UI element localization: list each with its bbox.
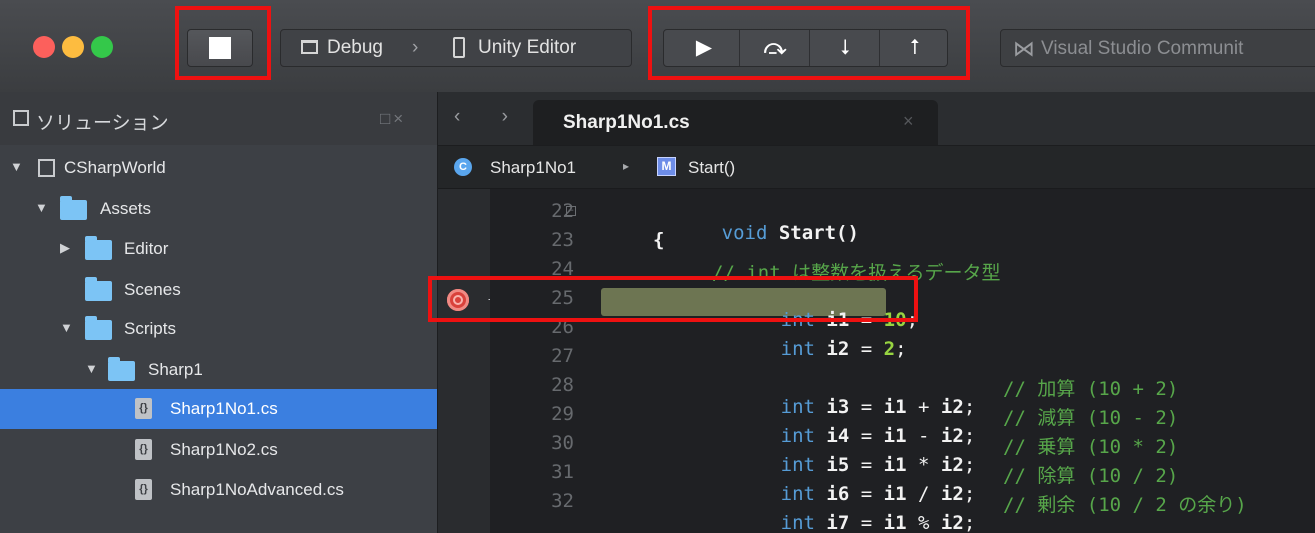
folder-icon [60, 196, 87, 220]
visual-studio-icon: ⋈ [1013, 36, 1035, 61]
run-configuration-selector[interactable]: Debug › Unity Editor [280, 29, 632, 67]
collapsed-arrow-icon[interactable]: ▶ [60, 240, 70, 256]
close-window-button[interactable] [33, 36, 55, 58]
path-bar: C Sharp1No1 ▸ M Start() [438, 146, 1315, 189]
run-target: Unity Editor [478, 37, 577, 58]
line-number: 28 [551, 374, 574, 396]
line-number: 29 [551, 403, 574, 425]
tree-item-sharp1[interactable]: ▼ Sharp1 [0, 350, 437, 390]
solution-pad-icon [13, 110, 29, 126]
tree-item-scenes[interactable]: Scenes [0, 270, 437, 310]
solution-pad-title: ソリューション [36, 113, 169, 134]
code-line: { [653, 229, 665, 251]
code-comment: // 減算 (10 - 2) [1003, 407, 1179, 429]
tree-item-assets[interactable]: ▼ Assets [0, 189, 437, 229]
window-icon [301, 40, 318, 54]
navigation-arrows[interactable]: ‹ › [454, 106, 526, 128]
zoom-window-button[interactable] [91, 36, 113, 58]
csharp-file-icon: {} [135, 439, 152, 460]
csharp-file-icon: {} [135, 398, 152, 419]
tab-sharp1no1-cs[interactable]: Sharp1No1.cs × [533, 100, 938, 145]
folder-icon [85, 316, 112, 340]
tree-item-solution[interactable]: ▼ CSharpWorld [0, 148, 437, 188]
line-number: 23 [551, 229, 574, 251]
annotation-debug-controls-highlight [648, 6, 970, 80]
solution-icon [38, 159, 55, 177]
configuration-name: Debug [327, 37, 383, 58]
tree-item-scripts[interactable]: ▼ Scripts [0, 309, 437, 349]
annotation-stop-highlight [175, 6, 271, 80]
breakpoint-gutter[interactable] [438, 189, 490, 533]
status-bar[interactable]: ⋈ Visual Studio Communit [1000, 29, 1315, 67]
tree-item-label: CSharpWorld [64, 158, 166, 177]
folder-icon [85, 277, 112, 301]
tree-item-label: Sharp1NoAdvanced.cs [170, 480, 344, 499]
code-comment: // 剰余 (10 / 2 の余り) [1003, 494, 1247, 516]
status-label: Visual Studio Communit [1041, 38, 1244, 59]
solution-pad-header: ソリューション □× [0, 92, 437, 145]
ide-window: Debug › Unity Editor ▶ ⤼ ⭣ ⭡ ⋈ Visual St… [0, 0, 1315, 533]
method-icon: M [657, 157, 676, 176]
breadcrumb-separator: › [412, 37, 419, 58]
tree-item-label: Assets [100, 199, 152, 218]
code-line: void Start() [721, 222, 859, 244]
path-class[interactable]: Sharp1No1 [490, 158, 576, 178]
tab-label: Sharp1No1.cs [563, 112, 690, 133]
code-comment: // 除算 (10 / 2) [1003, 465, 1179, 487]
code-comment: // 加算 (10 + 2) [1003, 378, 1179, 400]
code-editor[interactable]: 22 − void Start() 23 { 24 // int は整数を扱える… [490, 189, 1315, 533]
class-icon: C [454, 158, 472, 176]
pad-window-controls[interactable]: □× [380, 109, 406, 129]
path-member[interactable]: Start() [688, 158, 735, 178]
tree-item-label: Sharp1No1.cs [170, 399, 278, 418]
tree-item-label: Scripts [124, 319, 176, 338]
solution-pad: ソリューション □× ▼ CSharpWorld ▼ Assets ▶ Edit… [0, 92, 438, 533]
line-number: 32 [551, 490, 574, 512]
tree-item-label: Sharp1 [148, 360, 203, 379]
expand-arrow-icon[interactable]: ▼ [35, 200, 48, 215]
annotation-current-line-highlight [428, 276, 918, 322]
tree-item-sharp1no2-cs[interactable]: {} Sharp1No2.cs [0, 430, 437, 470]
csharp-file-icon: {} [135, 479, 152, 500]
fold-marker-icon[interactable]: − [566, 206, 576, 216]
tree-item-label: Scenes [124, 280, 181, 299]
folder-icon [108, 357, 135, 381]
expand-arrow-icon[interactable]: ▼ [85, 361, 98, 376]
code-comment: // 乗算 (10 * 2) [1003, 436, 1179, 458]
line-number: 30 [551, 432, 574, 454]
expand-arrow-icon[interactable]: ▼ [10, 159, 23, 174]
expand-arrow-icon[interactable]: ▼ [60, 320, 73, 335]
tree-item-editor[interactable]: ▶ Editor [0, 229, 437, 269]
tree-item-sharp1noadvanced-cs[interactable]: {} Sharp1NoAdvanced.cs [0, 470, 437, 510]
line-number: 22 [551, 200, 574, 222]
minimize-window-button[interactable] [62, 36, 84, 58]
code-line: int i7 = i1 % i2; [780, 512, 976, 533]
line-number: 27 [551, 345, 574, 367]
folder-icon [85, 236, 112, 260]
path-separator: ▸ [623, 159, 630, 173]
line-number: 31 [551, 461, 574, 483]
tree-item-label: Sharp1No2.cs [170, 440, 278, 459]
tree-item-label: Editor [124, 239, 169, 258]
device-icon [453, 37, 465, 58]
close-tab-icon[interactable]: × [903, 111, 914, 132]
tree-item-sharp1no1-cs[interactable]: {} Sharp1No1.cs [0, 389, 437, 429]
code-line: int i2 = 2; [780, 338, 907, 360]
editor-tab-bar: ‹ › Sharp1No1.cs × [438, 92, 1315, 146]
